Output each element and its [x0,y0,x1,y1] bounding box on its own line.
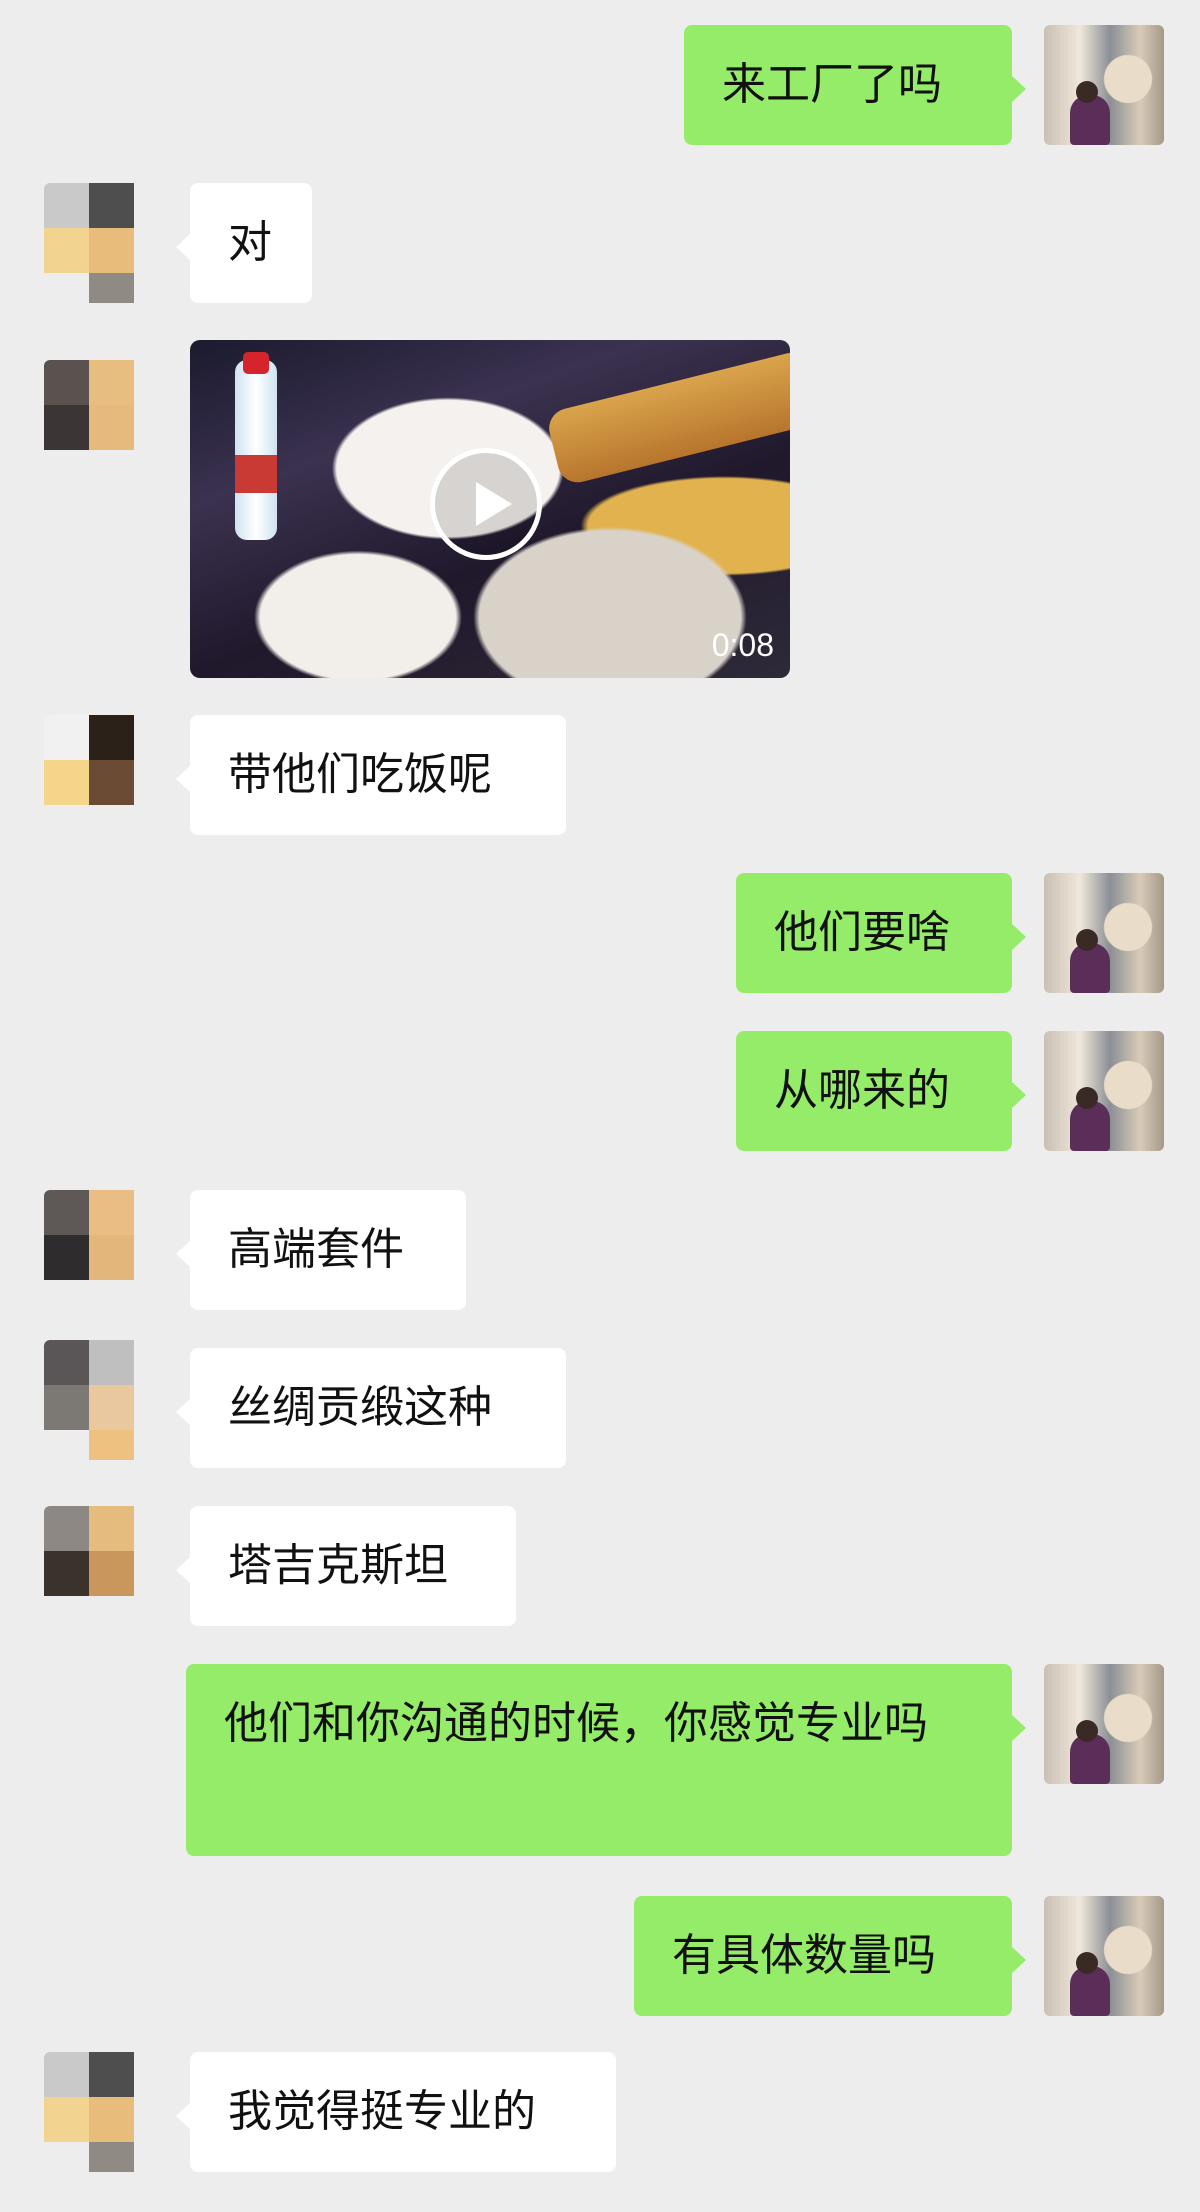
message-bubble-sent[interactable]: 从哪来的 [736,1031,1026,1151]
message-bubble-received[interactable]: 我觉得挺专业的 [176,2052,616,2172]
my-avatar[interactable] [1044,1664,1164,1784]
message-bubble-sent[interactable]: 他们要啥 [736,873,1026,993]
video-thumbnail-bottle [235,352,277,540]
my-avatar[interactable] [1044,873,1164,993]
contact-avatar[interactable] [44,183,164,303]
contact-avatar[interactable] [44,1340,164,1460]
video-thumbnail-food [544,348,790,487]
message-bubble-received[interactable]: 对 [176,183,312,303]
video-duration: 0:08 [711,627,774,663]
contact-avatar[interactable] [44,1506,164,1626]
contact-avatar[interactable] [44,715,164,835]
contact-avatar[interactable] [44,360,164,480]
message-bubble-sent[interactable]: 他们和你沟通的时候，你感觉专业吗 [186,1664,1026,1856]
my-avatar[interactable] [1044,1031,1164,1151]
contact-avatar[interactable] [44,1190,164,1310]
message-bubble-received[interactable]: 塔吉克斯坦 [176,1506,516,1626]
play-icon[interactable] [430,448,542,560]
video-message[interactable]: 0:08 [190,340,790,678]
message-bubble-received[interactable]: 丝绸贡缎这种 [176,1348,566,1468]
chat-message-list[interactable]: 来工厂了吗 对 0:08 带他们吃饭呢 他们要啥 从哪来的 高端套件 丝绸贡缎这… [0,0,1200,2212]
contact-avatar[interactable] [44,2052,164,2172]
my-avatar[interactable] [1044,1896,1164,2016]
message-bubble-received[interactable]: 高端套件 [176,1190,466,1310]
message-bubble-sent[interactable]: 来工厂了吗 [684,25,1026,145]
message-bubble-sent[interactable]: 有具体数量吗 [634,1896,1026,2016]
my-avatar[interactable] [1044,25,1164,145]
message-bubble-received[interactable]: 带他们吃饭呢 [176,715,566,835]
